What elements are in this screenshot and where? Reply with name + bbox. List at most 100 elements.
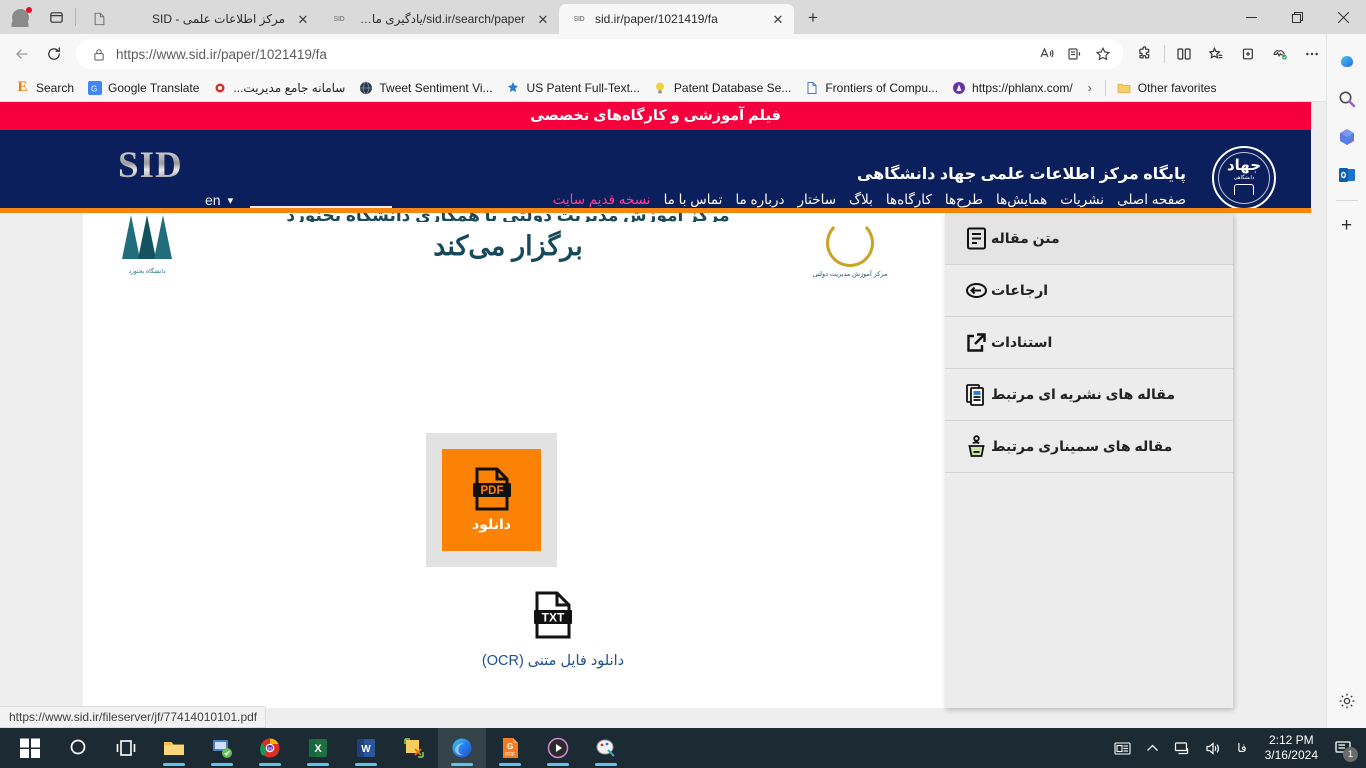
show-hidden-icons-icon[interactable] [1137,728,1167,768]
edge[interactable] [438,728,486,768]
remote-desktop[interactable] [198,728,246,768]
bookmark-google-translate[interactable]: G Google Translate [80,77,205,99]
language-selector[interactable]: en ▾ [205,192,233,208]
volume-icon[interactable] [1197,728,1227,768]
bookmarks-overflow-icon[interactable]: › [1079,81,1101,95]
media-player[interactable] [534,728,582,768]
main-navigation: صفحه اصلی نشریات همایش‌ها طرح‌ها کارگاه‌… [540,192,1186,208]
sidebar-item-article-text[interactable]: متن مقاله [945,213,1233,265]
refresh-icon[interactable] [38,39,70,69]
close-icon[interactable] [1320,0,1366,34]
collections-icon[interactable] [1232,39,1264,69]
favorite-star-icon[interactable] [1089,41,1117,67]
promo-marquee-bar[interactable]: فیلم آموزشی و کارگاه‌های تخصصی [0,102,1311,130]
tab-close-icon[interactable]: ✕ [293,9,313,29]
snip-tool[interactable] [390,728,438,768]
browser-toolbar: https://www.sid.ir/paper/1021419/fa [0,34,1366,74]
tab-close-icon[interactable]: ✕ [768,9,788,29]
excel[interactable]: X [294,728,342,768]
pdf-reader[interactable]: G PDF [486,728,534,768]
system-tray: فا 2:12 PM 3/16/2024 1 [1107,728,1366,768]
nav-item-workshops[interactable]: کارگاه‌ها [886,192,932,208]
page-viewport: فیلم آموزشی و کارگاه‌های تخصصی SID en ▾ … [0,102,1326,728]
nav-item-home[interactable]: صفحه اصلی [1117,192,1186,208]
new-tab-button[interactable]: + [798,3,828,33]
language-value: en [205,192,221,208]
network-icon[interactable] [1167,728,1197,768]
sidebar-item-related-journal-papers[interactable]: مقاله های نشریه ای مرتبط [945,369,1233,421]
bookmark-label: Google Translate [108,80,200,95]
tab-3[interactable]: SID sid.ir/paper/1021419/fa ✕ [559,4,794,34]
advertisement-banner[interactable]: دانشگاه بجنورد مرکز آموزش مدیریت دولتی ب… [83,213,945,296]
restore-icon[interactable] [1274,0,1320,34]
nav-item-projects[interactable]: طرح‌ها [945,192,983,208]
txt-download-block[interactable]: TXT دانلود فایل متنی (OCR) [403,591,703,669]
sidebar-item-citations[interactable]: استنادات [945,317,1233,369]
link-icon [961,278,991,303]
txt-download-link[interactable]: دانلود فایل متنی (OCR) [482,653,624,669]
more-options-icon[interactable] [1296,39,1328,69]
folder-icon [1116,81,1133,95]
file-explorer[interactable] [150,728,198,768]
profile-button[interactable] [0,0,40,34]
chrome[interactable]: m [246,728,294,768]
nav-item-old-site[interactable]: نسخه قدیم سایت [553,192,651,208]
bookmark-label: سامانه جامع مدیریت... [233,80,346,95]
word[interactable]: W [342,728,390,768]
bookmark-search[interactable]: E Search [8,77,80,99]
bookmark-patent-database[interactable]: Patent Database Se... [646,77,797,99]
bookmark-phlanx[interactable]: https://phlanx.com/ [944,77,1079,99]
search-button[interactable] [54,728,102,768]
clock[interactable]: 2:12 PM 3/16/2024 [1257,733,1326,763]
bookmark-tweet-sentiment[interactable]: Tweet Sentiment Vi... [351,77,498,99]
browser-essentials-icon[interactable] [1264,39,1296,69]
nav-item-blog[interactable]: بلاگ [849,192,873,208]
read-aloud-icon[interactable] [1033,41,1061,67]
tab-search-icon[interactable] [40,0,72,34]
add-sidebar-app-button[interactable]: + [1332,211,1362,241]
nav-item-about[interactable]: درباره ما [735,192,784,208]
sid-logo[interactable]: SID [118,144,183,187]
tab-2[interactable]: SID sid.ir/search/paper/یادگیری ماشین ✕ [319,4,559,34]
extensions-icon[interactable] [1129,39,1161,69]
jahad-daneshgahi-logo[interactable]: جهاد دانشگاهی [1212,146,1276,210]
language-indicator[interactable]: فا [1227,741,1256,755]
sidebar-item-related-seminar-papers[interactable]: مقاله های سمیناری مرتبط [945,421,1233,473]
immersive-reader-icon[interactable] [1061,41,1089,67]
news-widget-icon[interactable] [1107,728,1137,768]
outlook-icon[interactable] [1332,160,1362,190]
bookmark-frontiers[interactable]: Frontiers of Compu... [797,77,944,99]
tab-close-icon[interactable]: ✕ [533,9,553,29]
nav-item-conferences[interactable]: همایش‌ها [996,192,1047,208]
task-view-button[interactable] [102,728,150,768]
bookmark-us-patent[interactable]: US Patent Full-Text... [499,77,646,99]
other-favorites-folder[interactable]: Other favorites [1110,77,1223,99]
notification-center-button[interactable]: 1 [1326,728,1360,768]
back-icon[interactable] [6,39,38,69]
tab-separator [75,8,76,26]
gear-icon[interactable] [1332,686,1362,716]
nav-item-journals[interactable]: نشریات [1060,192,1104,208]
svg-text:X: X [314,743,322,755]
nav-item-structure[interactable]: ساختار [798,192,836,208]
office-icon[interactable] [1332,122,1362,152]
search-icon[interactable] [1332,84,1362,114]
address-bar[interactable]: https://www.sid.ir/paper/1021419/fa [76,39,1123,69]
lock-icon [88,48,110,61]
bookmark-samane[interactable]: سامانه جامع مدیریت... [205,77,351,99]
favorites-icon[interactable] [1200,39,1232,69]
nav-item-contact[interactable]: تماس با ما [664,192,723,208]
split-screen-icon[interactable] [1168,39,1200,69]
sid-favicon: SID [333,15,345,23]
ad-headline: برگزار می‌کند [433,231,583,261]
sidebar-item-references[interactable]: ارجاعات [945,265,1233,317]
pdf-download-button[interactable]: PDF دانلود [442,449,541,551]
page-icon [91,11,107,27]
paint[interactable] [582,728,630,768]
tab-1[interactable]: مرکز اطلاعات علمی - SID ✕ [79,4,319,34]
minimize-icon[interactable] [1228,0,1274,34]
address-bar-url: https://www.sid.ir/paper/1021419/fa [116,46,327,62]
copilot-icon[interactable] [1332,46,1362,76]
start-button[interactable] [6,728,54,768]
bookmarks-bar: E Search G Google Translate سامانه جامع … [0,74,1366,102]
